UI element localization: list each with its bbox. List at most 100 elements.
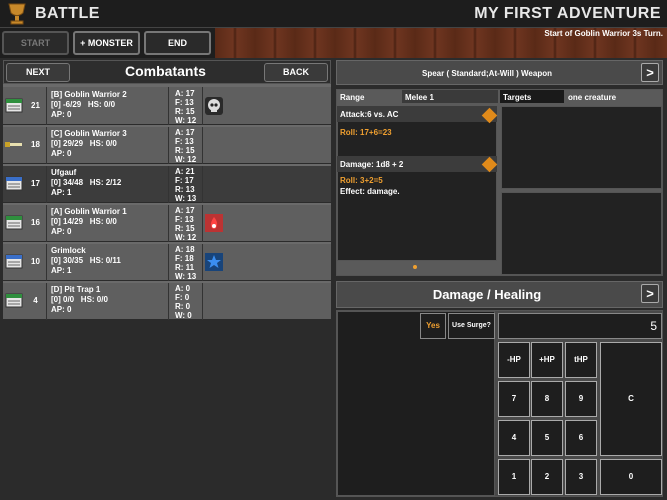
initiative: 16 <box>25 204 47 242</box>
range-value: Melee 1 <box>405 93 434 102</box>
combatant-hp: [0] 34/48 <box>51 178 84 187</box>
fire-icon[interactable] <box>205 214 223 232</box>
stat-fort: F: 13 <box>175 137 194 146</box>
combatant-hp: [0] 30/35 <box>51 256 84 265</box>
sheet-icon[interactable] <box>5 98 23 113</box>
initiative: 18 <box>25 126 47 164</box>
combatant-row[interactable]: 4 [D] Pit Trap 1 [0] 0/0 HS: 0/0 AP: 0 A: 0F… <box>3 282 331 320</box>
trophy-icon <box>6 2 28 26</box>
page-indicator <box>413 265 417 269</box>
defense-stats: A: 18 F: 18 R: 11 W: 13 <box>168 243 203 281</box>
initiative: 4 <box>25 282 47 320</box>
turn-status: Start of Goblin Warrior 3s Turn. <box>544 29 663 38</box>
digit-7-key[interactable]: 7 <box>498 381 530 417</box>
stat-ref: R: 15 <box>175 146 195 155</box>
defense-stats: A: 17 F: 13 R: 15 W: 12 <box>168 87 203 125</box>
stat-ac: A: 17 <box>175 206 195 215</box>
start-button[interactable]: START <box>2 31 69 55</box>
row-divider <box>3 125 331 127</box>
combatant-row[interactable]: 16 [A] Goblin Warrior 1 [0] 14/29 HS: 0/0 A… <box>3 204 331 242</box>
adventure-title: MY FIRST ADVENTURE <box>474 5 661 22</box>
row-divider <box>3 164 331 166</box>
stat-ac: A: 0 <box>175 284 191 293</box>
row-divider <box>3 281 331 283</box>
sheet-icon[interactable] <box>5 176 23 191</box>
attack-line: Attack:6 vs. AC <box>340 110 399 119</box>
sheet-icon[interactable] <box>5 293 23 308</box>
damage-roll: Roll: 3+2=5 <box>340 176 383 185</box>
combatant-name: [C] Goblin Warrior 3 <box>51 129 127 138</box>
damage-line: Damage: 1d8 + 2 <box>340 160 404 169</box>
combatant-hs: HS: 0/0 <box>89 217 117 226</box>
row-divider <box>3 203 331 205</box>
stat-will: W: 12 <box>175 233 197 242</box>
digit-5-key[interactable]: 5 <box>531 420 563 456</box>
stat-ref: R: 11 <box>175 263 195 272</box>
initiative: 10 <box>25 243 47 281</box>
back-button[interactable]: BACK <box>264 63 328 82</box>
damage-title: Damage / Healing <box>432 287 542 302</box>
stat-ac: A: 18 <box>175 245 195 254</box>
combatant-name: [B] Goblin Warrior 2 <box>51 90 127 99</box>
damage-next-button[interactable]: > <box>641 284 659 303</box>
stat-ref: R: 0 <box>175 302 191 311</box>
add-monster-button[interactable]: + MONSTER <box>73 31 140 55</box>
digit-4-key[interactable]: 4 <box>498 420 530 456</box>
sheet-icon[interactable] <box>5 254 23 269</box>
power-title: Spear ( Standard;At-Will ) Weapon <box>421 69 552 78</box>
defense-stats: A: 17 F: 13 R: 15 W: 12 <box>168 126 203 164</box>
power-header: Spear ( Standard;At-Will ) Weapon > <box>336 60 663 85</box>
combatant-row[interactable]: 10 Grimlock [0] 30/35 HS: 0/11 AP: 1 A: 18 F:… <box>3 243 331 281</box>
digit-9-key[interactable]: 9 <box>565 381 597 417</box>
sheet-icon[interactable] <box>5 215 23 230</box>
power-next-button[interactable]: > <box>641 63 659 82</box>
star-icon[interactable] <box>205 253 223 271</box>
defense-stats: A: 17 F: 13 R: 15 W: 12 <box>168 204 203 242</box>
stat-will: W: 12 <box>175 155 197 164</box>
combatant-name: Ufgauf <box>51 168 77 177</box>
combatant-info: [B] Goblin Warrior 2 [0] -6/29 HS: 0/0 AP:… <box>51 90 127 120</box>
targets-value: one creature <box>568 93 617 102</box>
combatant-info: Ufgauf [0] 34/48 HS: 2/12 AP: 1 <box>51 168 121 198</box>
attack-roll: Roll: 17+6=23 <box>340 128 392 137</box>
yes-toggle[interactable]: Yes <box>420 313 446 339</box>
digit-0-key[interactable]: 0 <box>600 459 662 495</box>
digit-6-key[interactable]: 6 <box>565 420 597 456</box>
combatant-hp: [0] 0/0 <box>51 295 75 304</box>
stat-fort: F: 0 <box>175 293 190 302</box>
combatant-row[interactable]: 17 Ufgauf [0] 34/48 HS: 2/12 AP: 1 A: 21 F: 1… <box>3 165 331 203</box>
combatant-hs: HS: 0/0 <box>80 295 108 304</box>
combatant-hp: [0] -6/29 <box>51 100 82 109</box>
digit-1-key[interactable]: 1 <box>498 459 530 495</box>
amount-display: 5 <box>498 313 662 339</box>
sword-icon[interactable] <box>5 137 23 152</box>
combatant-hs: HS: 0/0 <box>87 100 116 109</box>
combatant-hs: HS: 2/12 <box>89 178 122 187</box>
power-slot-top <box>501 106 662 189</box>
stat-ac: A: 17 <box>175 128 195 137</box>
defense-stats: A: 21 F: 17 R: 13 W: 13 <box>168 165 203 203</box>
end-button[interactable]: END <box>144 31 211 55</box>
plus-hp-key[interactable]: +HP <box>531 342 563 378</box>
combatant-hs: HS: 0/11 <box>89 256 121 265</box>
minus-hp-key[interactable]: -HP <box>498 342 530 378</box>
digit-2-key[interactable]: 2 <box>531 459 563 495</box>
effect-line: Effect: damage. <box>340 187 400 196</box>
thp-key[interactable]: tHP <box>565 342 597 378</box>
clear-key[interactable]: C <box>600 342 662 456</box>
digit-8-key[interactable]: 8 <box>531 381 563 417</box>
combatant-ap: AP: 1 <box>51 188 72 197</box>
combatant-row[interactable]: 21 [B] Goblin Warrior 2 [0] -6/29 HS: 0/0 A… <box>3 87 331 125</box>
combatant-hp: [0] 29/29 <box>51 139 84 148</box>
combatant-name: Grimlock <box>51 246 86 255</box>
next-button[interactable]: NEXT <box>6 63 70 82</box>
combatant-info: [D] Pit Trap 1 [0] 0/0 HS: 0/0 AP: 0 <box>51 285 108 315</box>
combatant-row[interactable]: 18 [C] Goblin Warrior 3 [0] 29/29 HS: 0/0 A… <box>3 126 331 164</box>
initiative: 21 <box>25 87 47 125</box>
digit-3-key[interactable]: 3 <box>565 459 597 495</box>
stat-will: W: 13 <box>175 272 197 281</box>
damage-header: Damage / Healing > <box>336 281 663 308</box>
combatant-name: [D] Pit Trap 1 <box>51 285 101 294</box>
skull-icon[interactable] <box>205 97 223 115</box>
amount-value: 5 <box>650 319 657 333</box>
